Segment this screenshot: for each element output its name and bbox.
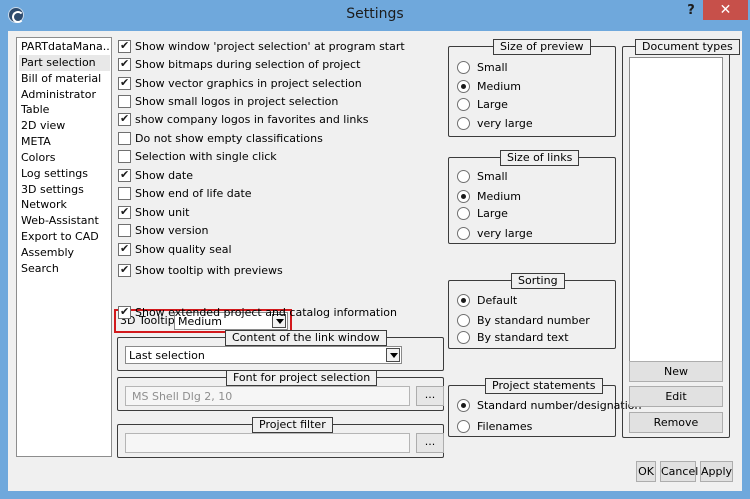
radio-icon[interactable] bbox=[457, 314, 470, 327]
project-filter-field[interactable] bbox=[125, 433, 410, 453]
nav-item-administrator[interactable]: Administrator bbox=[19, 87, 110, 103]
font-selection-field[interactable]: MS Shell Dlg 2, 10 bbox=[125, 386, 410, 406]
link-window-group: Content of the link window Last selectio… bbox=[117, 330, 444, 371]
checkbox-icon[interactable] bbox=[118, 57, 131, 71]
checkbox-icon[interactable] bbox=[118, 205, 131, 219]
project-statements-title: Project statements bbox=[485, 378, 603, 394]
checkbox-icon[interactable] bbox=[118, 242, 131, 256]
nav-item-2d-view[interactable]: 2D view bbox=[19, 118, 110, 134]
radio-icon[interactable] bbox=[457, 227, 470, 240]
nav-item-log-settings[interactable]: Log settings bbox=[19, 166, 110, 182]
nav-item-export-to-cad[interactable]: Export to CAD bbox=[19, 229, 110, 245]
nav-item-network[interactable]: Network bbox=[19, 197, 110, 213]
preview-size-title: Size of preview bbox=[493, 39, 591, 55]
radio-icon[interactable] bbox=[457, 207, 470, 220]
nav-item-part-selection[interactable]: Part selection bbox=[19, 55, 110, 71]
nav-item-bill-of-material[interactable]: Bill of material bbox=[19, 71, 110, 87]
sorting-title: Sorting bbox=[511, 273, 565, 289]
nav-item-web-assistant[interactable]: Web-Assistant bbox=[19, 213, 110, 229]
checkbox-icon[interactable] bbox=[118, 95, 131, 108]
checkbox-icon[interactable] bbox=[118, 168, 131, 182]
edit-document-type-button[interactable]: Edit bbox=[629, 386, 723, 407]
preview-size-group: Size of preview Small Medium Large very … bbox=[448, 39, 616, 137]
link-window-title: Content of the link window bbox=[225, 330, 387, 346]
checkbox-icon[interactable] bbox=[118, 39, 131, 53]
nav-item-partdatamanager[interactable]: PARTdataMana... bbox=[19, 39, 110, 55]
checkbox-icon[interactable] bbox=[118, 112, 131, 126]
checkbox-icon[interactable] bbox=[118, 150, 131, 163]
radio-icon[interactable] bbox=[457, 331, 470, 344]
radio-icon[interactable] bbox=[457, 117, 470, 130]
close-button[interactable]: ✕ bbox=[703, 0, 748, 20]
links-size-group: Size of links Small Medium Large very la… bbox=[448, 150, 616, 244]
apply-button[interactable]: Apply bbox=[700, 461, 733, 482]
window-title: Settings bbox=[346, 6, 404, 22]
cancel-button[interactable]: Cancel bbox=[660, 461, 698, 482]
checkbox-icon[interactable] bbox=[118, 305, 131, 319]
checkbox-icon[interactable] bbox=[118, 132, 131, 145]
nav-item-3d-settings[interactable]: 3D settings bbox=[19, 182, 110, 198]
radio-icon[interactable] bbox=[457, 294, 470, 307]
settings-content: PARTdataMana... Part selection Bill of m… bbox=[8, 31, 742, 491]
font-browse-button[interactable]: ... bbox=[416, 386, 444, 406]
title-bar: Settings ? ✕ bbox=[0, 0, 750, 31]
links-size-title: Size of links bbox=[500, 150, 580, 166]
radio-icon[interactable] bbox=[457, 98, 470, 111]
nav-item-meta[interactable]: META bbox=[19, 134, 110, 150]
document-types-group: Document types New Edit Remove bbox=[622, 39, 740, 438]
radio-icon[interactable] bbox=[457, 80, 470, 93]
document-types-list[interactable] bbox=[629, 57, 723, 366]
new-document-type-button[interactable]: New bbox=[629, 361, 723, 382]
nav-item-assembly[interactable]: Assembly bbox=[19, 245, 110, 261]
radio-icon[interactable] bbox=[457, 399, 470, 412]
project-filter-group: Project filter ... bbox=[117, 417, 444, 458]
category-list[interactable]: PARTdataMana... Part selection Bill of m… bbox=[16, 37, 112, 457]
project-statements-group: Project statements Standard number/desig… bbox=[448, 378, 641, 437]
radio-icon[interactable] bbox=[457, 190, 470, 203]
font-selection-title: Font for project selection bbox=[226, 370, 378, 386]
chevron-down-icon[interactable] bbox=[386, 348, 400, 362]
checkbox-icon[interactable] bbox=[118, 187, 131, 200]
checkbox-icon[interactable] bbox=[118, 76, 131, 90]
ok-button[interactable]: OK bbox=[636, 461, 656, 482]
help-button[interactable]: ? bbox=[684, 3, 698, 19]
radio-icon[interactable] bbox=[457, 61, 470, 74]
radio-icon[interactable] bbox=[457, 420, 470, 433]
font-selection-group: Font for project selection MS Shell Dlg … bbox=[117, 370, 444, 411]
link-window-dropdown[interactable]: Last selection bbox=[125, 346, 402, 364]
nav-item-colors[interactable]: Colors bbox=[19, 150, 110, 166]
checkbox-icon[interactable] bbox=[118, 263, 131, 277]
nav-item-table[interactable]: Table bbox=[19, 102, 110, 118]
checkbox-icon[interactable] bbox=[118, 224, 131, 237]
settings-window: Settings ? ✕ PARTdataMana... Part select… bbox=[0, 0, 750, 499]
radio-icon[interactable] bbox=[457, 170, 470, 183]
project-filter-browse-button[interactable]: ... bbox=[416, 433, 444, 453]
document-types-title: Document types bbox=[635, 39, 740, 55]
remove-document-type-button[interactable]: Remove bbox=[629, 412, 723, 433]
sorting-group: Sorting Default By standard number By st… bbox=[448, 273, 616, 349]
nav-item-search[interactable]: Search bbox=[19, 261, 110, 277]
project-filter-title: Project filter bbox=[252, 417, 333, 433]
